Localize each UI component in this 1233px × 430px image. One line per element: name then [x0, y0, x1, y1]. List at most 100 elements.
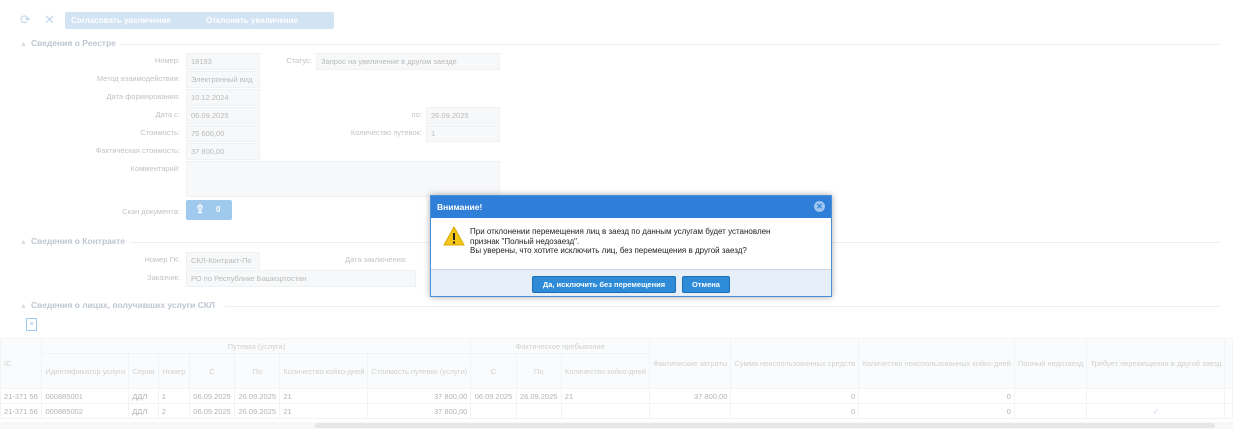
col-header-from[interactable]: С	[188, 353, 236, 389]
col-header-actual-costs[interactable]: Фактические затраты	[649, 338, 732, 389]
registry-legend[interactable]: ▲ Сведения о Реестре	[20, 38, 116, 48]
table-row[interactable]: 21-371 56 000885001 ДДЛ 1 06.09.2025 26.…	[0, 388, 1233, 404]
upload-icon: ⇪	[195, 202, 206, 216]
cell-service-id: 000885001	[41, 388, 130, 404]
cell-actual-costs: 37 800,00	[649, 388, 732, 404]
contract-legend[interactable]: ▲ Сведения о Контракте	[20, 236, 125, 246]
number-field[interactable]: 18193	[186, 53, 260, 70]
collapse-icon[interactable]: ▲	[20, 239, 27, 246]
cell-bed-days: 21	[279, 388, 369, 404]
collapse-icon[interactable]: ▲	[20, 41, 27, 48]
customer-field[interactable]: РО по Республике Башкортостан	[186, 270, 416, 287]
persons-legend-text: Сведения о лицах, получивших услуги СКЛ	[30, 300, 215, 310]
dialog-message: При отклонении перемещения лиц в заезд п…	[470, 227, 825, 256]
cancel-button[interactable]: Отмена	[682, 276, 730, 293]
cell-series: ДДЛ	[128, 388, 159, 404]
col-header-unused-days[interactable]: Количество неиспользованных койко-дней	[858, 338, 1015, 389]
cell-from: 06.09.2025	[188, 388, 236, 404]
col-header-unused-sum[interactable]: Сумма неиспользованных средств	[730, 338, 860, 389]
approve-increase-button[interactable]: Согласовать увеличение	[65, 12, 207, 29]
col-header-series[interactable]: Серия	[128, 353, 159, 389]
number-label: Номер:	[154, 56, 180, 65]
dialog-message-line: признак "Полный недозаезд".	[470, 236, 580, 246]
actual-cost-field[interactable]: 37 800,00	[186, 143, 260, 160]
cell-to: 26.09.2025	[234, 388, 281, 404]
col-header-ic[interactable]: IC	[0, 338, 43, 389]
cell-unused-sum: 0	[730, 403, 860, 419]
cell-stay-to	[515, 403, 562, 419]
status-label: Статус:	[286, 56, 312, 65]
export-icon[interactable]: ≡	[26, 318, 37, 331]
cell-number: 1	[157, 388, 190, 404]
table-row[interactable]: 21-371 56 000885002 ДДЛ 2 06.09.2025 26.…	[0, 403, 1233, 419]
cell-stay-bed-days: 21	[560, 388, 651, 404]
vouchers-count-label: Количество путевок:	[350, 128, 422, 137]
cell-menu[interactable]	[1224, 388, 1233, 404]
status-field[interactable]: Запрос на увеличение в другом заезде	[316, 53, 500, 70]
cell-requires-move[interactable]	[1086, 388, 1226, 404]
col-header-service-id[interactable]: Идентификатор услуги	[41, 353, 130, 389]
col-header-menu[interactable]	[1224, 338, 1233, 389]
col-header-bed-days[interactable]: Количество койко-дней	[279, 353, 369, 389]
cell-voucher-cost: 37 800,00	[367, 403, 472, 419]
cell-ic: 21-371 56	[0, 388, 43, 404]
cell-voucher-cost: 37 800,00	[367, 388, 472, 404]
col-group-actual-stay: Фактическое пребывание	[470, 338, 651, 354]
cell-number: 2	[157, 403, 190, 419]
cost-field[interactable]: 75 600,00	[186, 125, 260, 142]
gk-number-label: Номер ГК:	[144, 255, 180, 264]
col-header-voucher-cost[interactable]: Стоимость путевки (услуги)	[367, 353, 472, 389]
col-header-to[interactable]: По	[234, 353, 281, 389]
cost-label: Стоимость:	[140, 128, 180, 137]
confirmation-dialog: Внимание! ✕ При отклонении перемещения л…	[430, 195, 832, 297]
warning-icon	[443, 226, 465, 246]
cell-series: ДДЛ	[128, 403, 159, 419]
col-header-stay-from[interactable]: С	[470, 353, 517, 389]
cell-full-noshow[interactable]	[1013, 388, 1088, 404]
scrollbar-thumb[interactable]	[315, 423, 1215, 428]
formed-date-label: Дата формирования:	[106, 92, 180, 101]
col-group-voucher: Путевка (услуга)	[41, 338, 472, 354]
refresh-icon[interactable]: ⟳	[20, 12, 31, 28]
date-to-field[interactable]: 26.09.2025	[426, 107, 500, 124]
horizontal-scrollbar[interactable]	[0, 422, 1233, 429]
cell-unused-days: 0	[858, 403, 1015, 419]
formed-date-field[interactable]: 10.12.2024	[186, 89, 260, 106]
dialog-message-line: При отклонении перемещения лиц в заезд п…	[470, 227, 771, 236]
gk-number-field[interactable]: СКЛ-Контракт-По	[186, 252, 260, 269]
contract-legend-text: Сведения о Контракте	[30, 236, 126, 246]
close-icon[interactable]: ✕	[44, 12, 55, 28]
col-header-stay-to[interactable]: По	[515, 353, 562, 389]
cell-stay-bed-days	[560, 403, 651, 419]
upload-button[interactable]: ⇪ 0	[186, 200, 232, 220]
cell-actual-costs	[649, 403, 732, 419]
cell-stay-from	[470, 403, 517, 419]
col-header-full-noshow[interactable]: Полный недозаезд	[1013, 338, 1088, 389]
contract-date-label: Дата заключения:	[344, 255, 407, 264]
cell-from: 06.09.2025	[188, 403, 236, 419]
vouchers-count-field[interactable]: 1	[426, 125, 500, 142]
confirm-exclude-button[interactable]: Да, исключить без перемещения	[532, 276, 676, 293]
reject-increase-button[interactable]: Отклонить увеличение	[200, 12, 334, 29]
table-header-group-row: IC Путевка (услуга) Фактическое пребыван…	[0, 338, 1233, 389]
col-header-stay-bed-days[interactable]: Количество койко-дней	[560, 353, 651, 389]
dialog-footer: Да, исключить без перемещения Отмена	[431, 269, 831, 296]
divider	[225, 306, 1220, 307]
cell-full-noshow[interactable]	[1013, 403, 1088, 419]
dialog-title[interactable]: Внимание!	[431, 196, 831, 218]
scan-label: Скан документа:	[122, 207, 180, 216]
col-header-requires-move[interactable]: Требует перемещения в другой заезд	[1086, 338, 1226, 389]
close-icon[interactable]: ✕	[814, 201, 825, 212]
upload-count: 0	[216, 205, 221, 214]
cell-menu[interactable]	[1224, 403, 1233, 419]
comment-field[interactable]	[186, 161, 500, 197]
registry-legend-text: Сведения о Реестре	[30, 38, 116, 48]
date-from-field[interactable]: 06.09.2025	[186, 107, 260, 124]
cell-stay-to: 26.09.2025	[515, 388, 562, 404]
comment-label: Комментарий:	[130, 164, 180, 173]
cell-requires-move[interactable]: ✓	[1086, 403, 1226, 419]
method-field[interactable]: Электронный вид	[186, 71, 260, 88]
persons-legend[interactable]: ▲ Сведения о лицах, получивших услуги СКЛ	[20, 300, 215, 310]
collapse-icon[interactable]: ▲	[20, 303, 27, 310]
col-header-number[interactable]: Номер	[157, 353, 190, 389]
